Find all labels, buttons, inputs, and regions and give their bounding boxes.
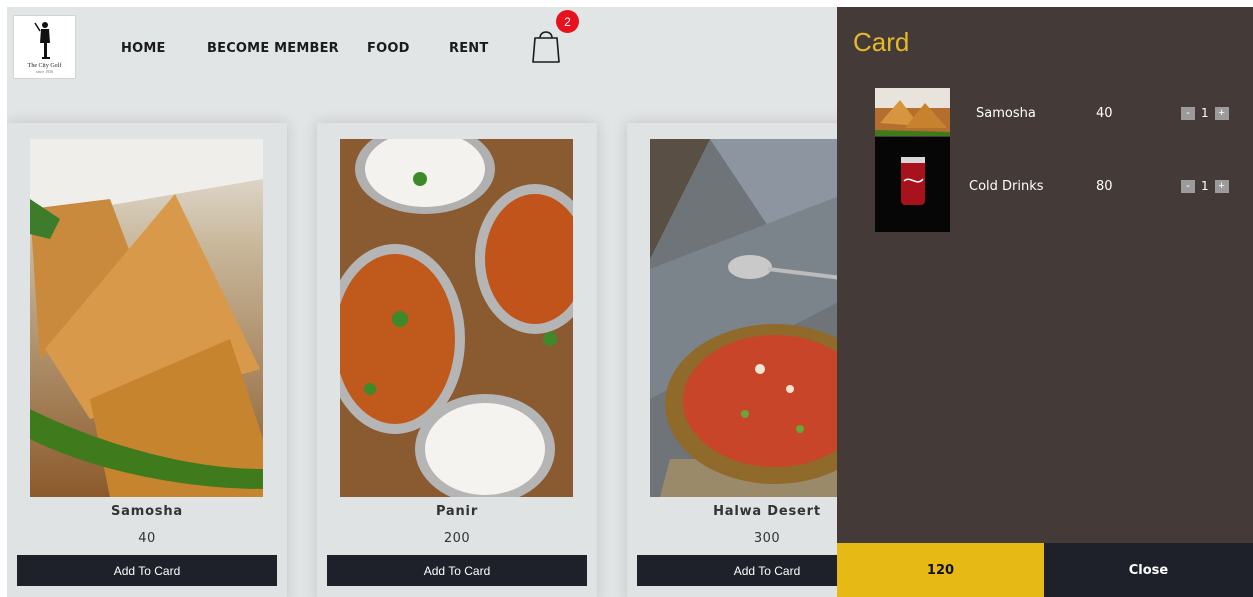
product-name: Panir xyxy=(435,504,479,519)
cart-item-price: 80 xyxy=(1096,179,1113,194)
cart-item-price: 40 xyxy=(1096,106,1113,121)
product-price: 40 xyxy=(138,531,156,546)
nav-home[interactable]: HOME xyxy=(121,41,166,56)
quantity-stepper: - 1 + xyxy=(1181,179,1229,193)
add-to-card-button[interactable]: Add To Card xyxy=(17,555,277,586)
cart-item: Cold Drinks 80 - 1 + xyxy=(875,137,1235,232)
quantity-value: 1 xyxy=(1201,179,1209,193)
close-button[interactable]: Close xyxy=(1044,543,1253,597)
cart-item-name: Cold Drinks xyxy=(969,179,1044,194)
nav-rent[interactable]: RENT xyxy=(449,41,488,56)
decrease-quantity-button[interactable]: - xyxy=(1181,106,1195,120)
cart-item-thumbnail-cola xyxy=(875,137,950,232)
quantity-stepper: - 1 + xyxy=(1181,106,1229,120)
product-image-samosa xyxy=(30,139,263,497)
product-card: Panir 200 Add To Card xyxy=(317,123,597,597)
product-image-paneer xyxy=(340,139,573,497)
product-card: Samosha 40 Add To Card xyxy=(7,123,287,597)
product-name: Samosha xyxy=(111,504,183,519)
product-price: 200 xyxy=(443,531,471,546)
quantity-value: 1 xyxy=(1201,106,1209,120)
golfer-logo-icon xyxy=(33,21,50,59)
page: The City Golf since 1936 HOME BECOME MEM… xyxy=(7,7,1253,597)
increase-quantity-button[interactable]: + xyxy=(1214,106,1229,120)
cart-panel-title: Card xyxy=(853,27,910,57)
cart-count-badge: 2 xyxy=(556,10,579,33)
logo-subtext: since 1936 xyxy=(35,68,54,74)
decrease-quantity-button[interactable]: - xyxy=(1181,179,1195,193)
add-to-card-button[interactable]: Add To Card xyxy=(327,555,587,586)
nav-food[interactable]: FOOD xyxy=(367,41,410,56)
cart-total: 120 xyxy=(837,543,1044,597)
shopping-bag-icon xyxy=(532,31,560,63)
increase-quantity-button[interactable]: + xyxy=(1214,179,1229,193)
cart-item-thumbnail-samosa xyxy=(875,88,950,136)
cart-panel: Card Samosha 40 - 1 + Cold Drinks 80 - 1… xyxy=(837,7,1253,597)
brand-logo[interactable]: The City Golf since 1936 xyxy=(13,15,76,79)
cart-item-name: Samosha xyxy=(976,106,1036,121)
cart-button[interactable] xyxy=(530,26,562,66)
nav-become-member[interactable]: BECOME MEMBER xyxy=(207,41,339,56)
